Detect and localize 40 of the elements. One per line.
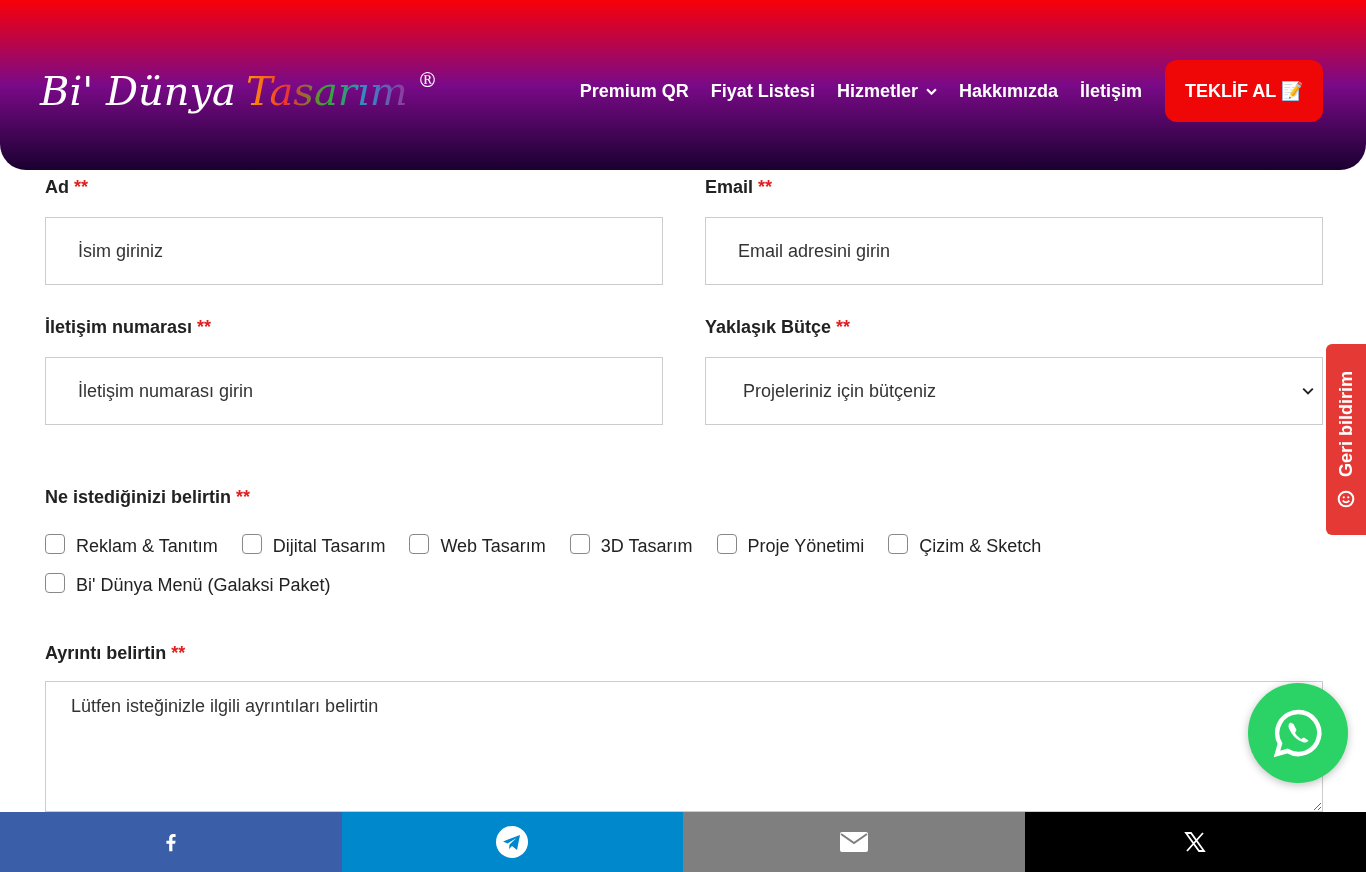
logo[interactable]: Bi' Dünya Tasarım ® xyxy=(40,68,438,114)
checkbox-label[interactable]: Dijital Tasarım xyxy=(272,536,386,557)
field-label: İletişim numarası ** xyxy=(45,317,213,338)
input-field[interactable]: İletişim numarası girin xyxy=(45,357,663,425)
nav-link[interactable]: Hizmetler xyxy=(836,80,937,102)
details-textarea[interactable]: Lütfen isteğinizle ilgili ayrıntıları belirtin xyxy=(45,681,1323,812)
nav-link[interactable]: Fiyat Listesi xyxy=(710,80,815,102)
envelope-icon xyxy=(839,832,868,852)
checkbox[interactable] xyxy=(409,533,430,554)
quote-button[interactable]: TEKLİF AL 📝 xyxy=(1165,60,1323,122)
telegram-share-button[interactable] xyxy=(341,812,683,872)
checkbox-label[interactable]: Proje Yönetimi xyxy=(747,536,865,557)
chevron-down-icon xyxy=(1302,387,1314,395)
checkbox[interactable] xyxy=(45,533,65,554)
field-label: Ne istediğinizi belirtin ** xyxy=(45,487,252,508)
checkbox-label[interactable]: Bi' Dünya Menü (Galaksi Paket) xyxy=(76,575,331,596)
checkbox-label[interactable]: Reklam & Tanıtım xyxy=(76,536,218,557)
checkbox-label[interactable]: 3D Tasarım xyxy=(600,536,693,557)
nav-link[interactable]: Hakkımızda xyxy=(958,80,1058,102)
feedback-tab[interactable]: Geri bildirim xyxy=(1326,344,1366,535)
input-field[interactable]: İsim giriniz xyxy=(45,217,663,285)
field-label: Email ** xyxy=(705,177,774,198)
checkbox-label[interactable]: Çizim & Sketch xyxy=(919,536,1042,557)
checkbox[interactable] xyxy=(45,572,65,593)
checkbox[interactable] xyxy=(241,533,262,554)
smiley-icon xyxy=(1337,489,1355,508)
nav-link[interactable]: İletişim xyxy=(1079,80,1142,102)
checkbox[interactable] xyxy=(716,533,737,554)
email-share-button[interactable] xyxy=(683,812,1025,872)
input-field[interactable]: Email adresini girin xyxy=(705,217,1323,285)
budget-select[interactable]: Projeleriniz için bütçeniz xyxy=(705,357,1323,425)
x-logo-icon xyxy=(1183,830,1208,854)
checkbox-label[interactable]: Web Tasarım xyxy=(440,536,546,557)
checkbox[interactable] xyxy=(888,533,909,554)
checkbox[interactable] xyxy=(569,533,590,554)
field-label: Ayrıntı belirtin ** xyxy=(45,643,187,664)
paper-plane-icon xyxy=(496,826,529,858)
nav-link[interactable]: Premium QR xyxy=(579,80,689,102)
field-label: Ad ** xyxy=(45,177,89,198)
field-label: Yaklaşık Bütçe ** xyxy=(705,317,852,338)
